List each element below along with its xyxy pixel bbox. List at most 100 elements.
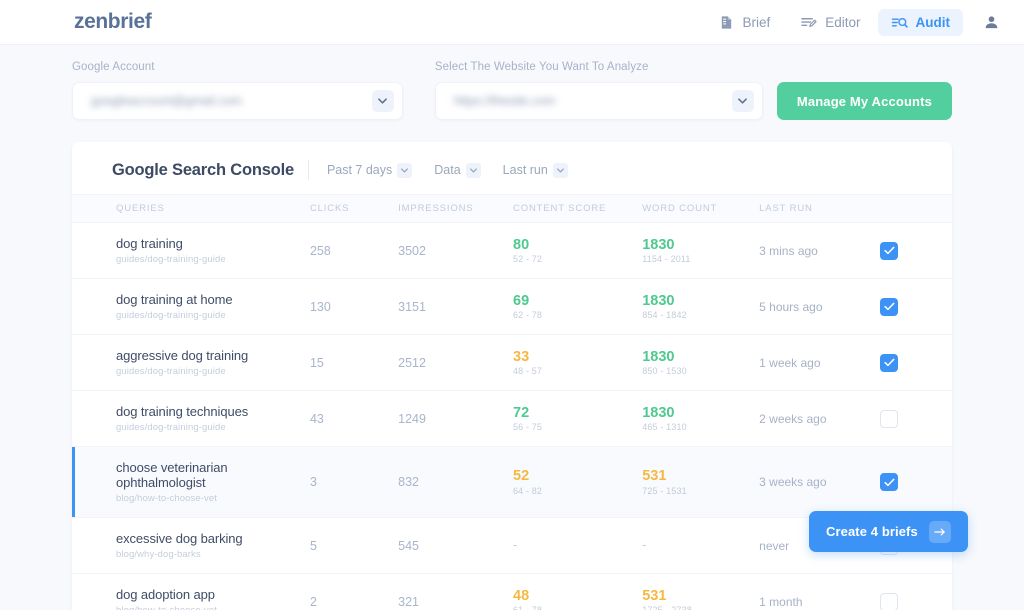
word-count-cell: 5311725 - 2738	[642, 574, 759, 610]
word-count-range: 725 - 1531	[642, 485, 687, 496]
last-run-cell: 3 mins ago	[759, 243, 818, 258]
google-account-group: Google Account googleaccount@gmail.com	[72, 61, 403, 120]
last-run-cell: 2 weeks ago	[759, 411, 827, 426]
word-count-range: 465 - 1310	[642, 422, 687, 433]
query-title: excessive dog barking	[116, 531, 243, 546]
chevron-down-icon	[371, 90, 394, 112]
chip-label-date-range: Past 7 days	[326, 163, 393, 177]
impressions-cell: 2512	[398, 355, 426, 370]
content-score-range: 61 - 78	[513, 605, 642, 610]
nav-label-editor: Editor	[825, 14, 861, 30]
query-path: blog/how-to-choose-vet	[116, 493, 217, 504]
clicks-cell: 130	[309, 299, 331, 314]
col-content-score: CONTENT SCORE	[513, 194, 643, 223]
website-label: Select The Website You Want To Analyze	[434, 61, 649, 73]
create-briefs-label: Create 4 briefs	[826, 524, 918, 539]
nav-item-brief[interactable]: Brief	[706, 9, 783, 36]
create-briefs-button[interactable]: Create 4 briefs	[809, 511, 968, 552]
query-cell: dog adoption app blog/how-to-choose-vet	[72, 574, 310, 610]
last-run-cell: 1 month	[759, 594, 803, 609]
query-title: dog adoption app	[116, 587, 215, 602]
col-clicks: CLICKS	[309, 194, 399, 223]
select-cell	[880, 279, 952, 335]
select-cell	[880, 574, 952, 610]
col-queries: QUERIES	[72, 194, 310, 223]
chip-label-data: Data	[434, 163, 461, 177]
nav-label-brief: Brief	[742, 14, 771, 30]
manage-my-accounts-button[interactable]: Manage My Accounts	[776, 82, 952, 120]
content-score-value: -	[513, 538, 518, 553]
chevron-down-icon	[552, 162, 568, 178]
chevron-down-icon	[731, 90, 754, 112]
query-path: guides/dog-training-guide	[116, 310, 226, 321]
content-score-value: 33	[513, 348, 530, 365]
query-cell: aggressive dog training guides/dog-traini…	[72, 335, 310, 391]
last-run-cell: 5 hours ago	[759, 299, 823, 314]
select-cell	[880, 447, 952, 518]
query-cell: dog training guides/dog-training-guide	[72, 223, 310, 279]
filter-chip-last-run[interactable]: Last run	[499, 161, 572, 180]
col-impressions: IMPRESSIONS	[398, 194, 513, 223]
select-cell	[880, 391, 952, 447]
table-row[interactable]: dog training at home guides/dog-training-…	[72, 279, 952, 335]
content-score-value: 48	[513, 587, 530, 604]
row-checkbox[interactable]	[880, 409, 899, 428]
content-score-cell: 52 64 - 82	[513, 447, 642, 518]
word-count-value: 531	[642, 468, 667, 485]
table-header-row: QUERIES CLICKS IMPRESSIONS CONTENT SCORE…	[72, 194, 952, 223]
word-count-value: 1830	[642, 404, 675, 421]
google-account-select[interactable]: googleaccount@gmail.com	[72, 82, 403, 120]
content-score-cell: -	[513, 518, 642, 574]
content-score-range: 52 - 72	[513, 254, 543, 265]
row-checkbox[interactable]	[880, 353, 899, 372]
content-score-range: 62 - 78	[513, 310, 543, 321]
nav-item-editor[interactable]: Editor	[787, 9, 873, 36]
query-title: dog training at home	[116, 292, 233, 307]
main-nav: Brief Editor Audit	[706, 8, 1002, 36]
word-count-cell: 1830 850 - 1530	[642, 335, 759, 391]
word-count-range: 1154 - 2011	[642, 254, 691, 265]
row-checkbox[interactable]	[880, 473, 899, 491]
query-cell: excessive dog barking blog/why-dog-barks	[72, 518, 310, 574]
row-checkbox[interactable]	[880, 297, 899, 316]
word-count-cell: 531 725 - 1531	[642, 447, 759, 518]
content-score-cell: 33 48 - 57	[513, 335, 642, 391]
table-row[interactable]: dog training guides/dog-training-guide 258…	[72, 223, 952, 279]
query-path: guides/dog-training-guide	[116, 366, 226, 377]
query-title: dog training	[116, 236, 183, 251]
table-row[interactable]: choose veterinarian ophthalmologist blog/…	[72, 446, 952, 518]
chip-label-last-run: Last run	[502, 163, 548, 177]
clicks-cell: 43	[309, 411, 324, 426]
nav-item-audit[interactable]: Audit	[877, 8, 963, 36]
word-count-range: 854 - 1842	[642, 310, 687, 321]
row-checkbox[interactable]	[880, 241, 899, 260]
word-count-cell: -	[642, 518, 759, 574]
table-head: QUERIES CLICKS IMPRESSIONS CONTENT SCORE…	[72, 194, 952, 223]
table-row[interactable]: dog adoption app blog/how-to-choose-vet2 3…	[72, 574, 952, 610]
title-divider	[307, 160, 309, 180]
filter-chip-date-range[interactable]: Past 7 days	[323, 161, 416, 180]
google-account-label: Google Account	[72, 61, 155, 73]
content-score-range: 56 - 75	[513, 422, 543, 433]
content-score-cell: 69 62 - 78	[513, 279, 642, 335]
query-path: guides/dog-training-guide	[116, 422, 226, 433]
word-count-value: 1830	[642, 292, 675, 309]
select-cell	[880, 335, 952, 391]
impressions-cell: 545	[398, 538, 419, 553]
query-cell: choose veterinarian ophthalmologist blog/…	[72, 446, 310, 518]
document-icon	[719, 15, 734, 30]
query-title: choose veterinarian ophthalmologist	[116, 460, 228, 490]
table-row[interactable]: dog training techniques guides/dog-traini…	[72, 391, 952, 447]
col-select	[880, 194, 952, 223]
top-bar: zenbrief Brief Editor Audit	[0, 0, 1024, 45]
table-row[interactable]: aggressive dog training guides/dog-traini…	[72, 335, 952, 391]
row-checkbox[interactable]	[880, 592, 899, 610]
word-count-value: -	[642, 538, 647, 553]
impressions-cell: 1249	[398, 411, 426, 426]
website-select[interactable]: https://thesite.com	[434, 82, 763, 120]
nav-label-audit: Audit	[915, 14, 951, 30]
filter-chip-data[interactable]: Data	[430, 161, 484, 180]
user-avatar-icon[interactable]	[983, 14, 1000, 31]
clicks-cell: 2	[309, 594, 317, 609]
clicks-cell: 3	[309, 475, 317, 489]
